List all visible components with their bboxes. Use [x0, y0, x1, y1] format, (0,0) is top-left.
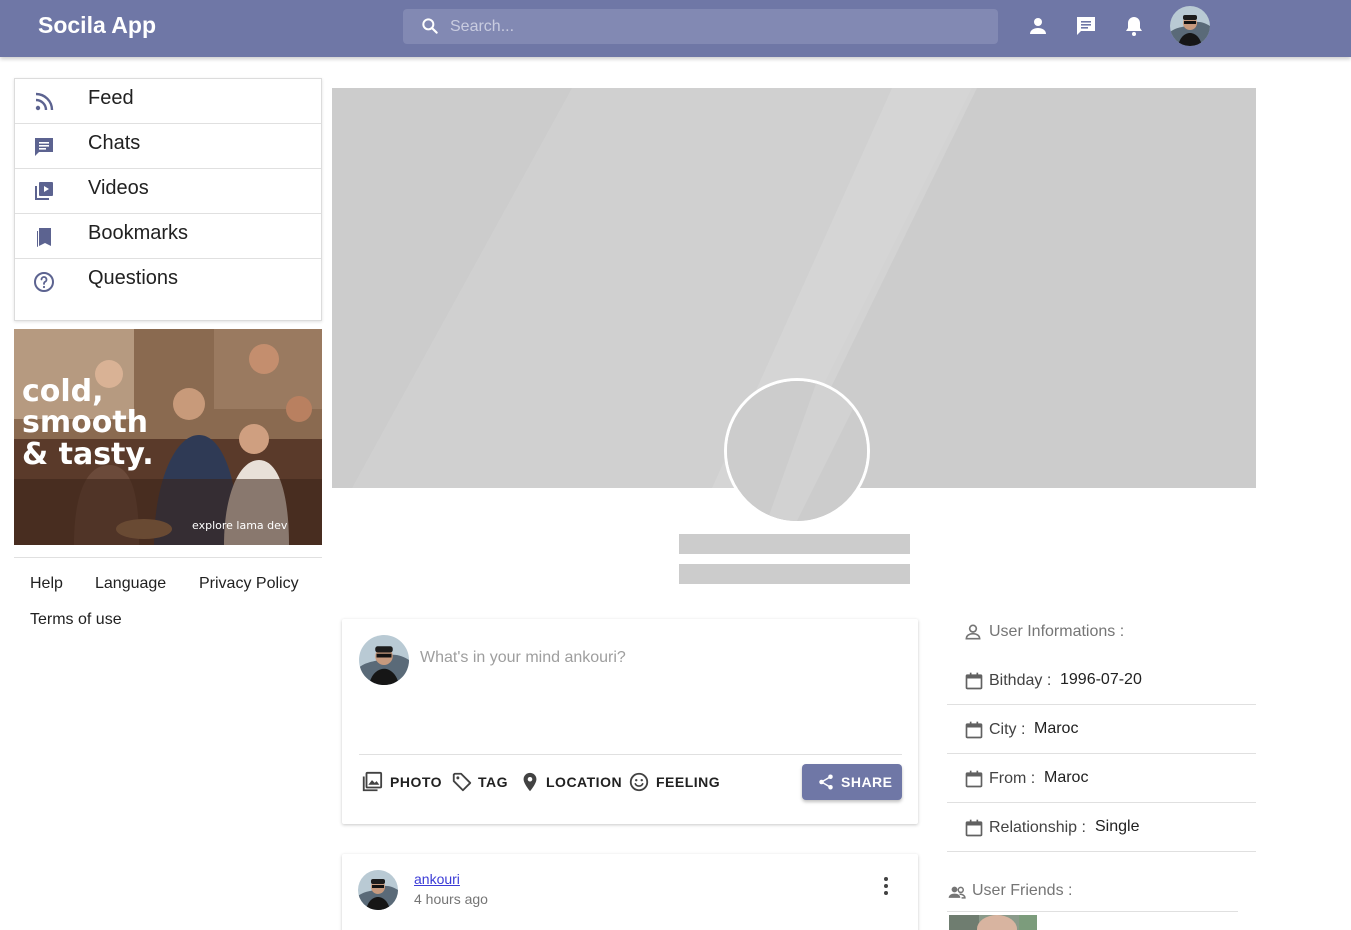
- user-info-title: User Informations :: [989, 623, 1125, 640]
- sidebar-item-label: Bookmarks: [88, 222, 189, 244]
- calendar-icon: [965, 721, 983, 739]
- ad-line-3: & tasty.: [22, 437, 154, 472]
- feeling-option[interactable]: FEELING: [628, 770, 721, 792]
- profile-avatar-placeholder: [724, 378, 870, 524]
- footer-link-privacy[interactable]: Privacy Policy: [199, 575, 299, 593]
- sidebar-item-label: Videos: [88, 177, 149, 199]
- ad-caption: explore lama dev: [192, 519, 288, 532]
- bookmarks-icon: [37, 228, 51, 247]
- share-button[interactable]: SHARE: [802, 764, 902, 800]
- avatar[interactable]: [1170, 6, 1210, 46]
- location-label: LOCATION: [546, 774, 623, 790]
- sidebar-item-feed[interactable]: Feed: [15, 79, 321, 124]
- tag-option[interactable]: TAG: [451, 770, 509, 792]
- person-outline-icon: [965, 624, 981, 640]
- sidebar-ad-banner[interactable]: cold, smooth & tasty. explore lama dev: [14, 329, 322, 545]
- friend-thumbnail[interactable]: [949, 915, 1037, 930]
- chat-icon[interactable]: [1074, 14, 1098, 38]
- sidebar-item-label: Feed: [88, 87, 134, 109]
- user-friends-title: User Friends :: [972, 882, 1073, 899]
- profile-name-skeleton: [679, 534, 910, 554]
- search-icon: [422, 18, 438, 34]
- footer-link-language[interactable]: Language: [95, 575, 166, 593]
- tag-label: TAG: [478, 774, 509, 790]
- help-circle-icon: [34, 272, 54, 292]
- tag-icon: [452, 772, 472, 792]
- composer-divider: [359, 754, 902, 755]
- sidebar-menu: Feed Chats Videos Bookmarks Questions: [14, 78, 322, 321]
- info-row-from: From : Maroc: [947, 754, 1256, 803]
- search-input[interactable]: [450, 9, 980, 44]
- info-value: Single: [1095, 818, 1140, 835]
- friends-divider: [947, 911, 1238, 912]
- more-vert-icon[interactable]: [874, 874, 898, 898]
- chat-icon: [35, 138, 53, 156]
- sidebar-item-questions[interactable]: Questions: [15, 259, 321, 304]
- post-username-link[interactable]: ankouri: [414, 871, 460, 887]
- info-value: Maroc: [1034, 720, 1079, 737]
- info-label: City :: [989, 721, 1026, 738]
- info-label: Relationship :: [989, 819, 1086, 836]
- post-timestamp: 4 hours ago: [414, 891, 488, 907]
- info-value: Maroc: [1044, 769, 1089, 786]
- info-label: Bithday :: [989, 672, 1052, 689]
- avatar: [359, 635, 409, 685]
- calendar-icon: [965, 770, 983, 788]
- sidebar-item-label: Chats: [88, 132, 141, 154]
- sidebar-divider: [14, 557, 322, 558]
- app-brand[interactable]: Socila App: [38, 12, 156, 39]
- video-library-icon: [35, 182, 53, 200]
- people-icon: [948, 886, 966, 899]
- search-box[interactable]: [403, 9, 998, 44]
- ad-line-1: cold,: [22, 374, 104, 409]
- share-label: SHARE: [841, 774, 893, 790]
- info-row-relationship: Relationship : Single: [947, 803, 1256, 852]
- profile-bio-skeleton: [679, 564, 910, 584]
- sidebar-item-chats[interactable]: Chats: [15, 124, 321, 169]
- photo-option[interactable]: PHOTO: [361, 770, 443, 792]
- photo-label: PHOTO: [390, 774, 443, 790]
- info-row-birthday: Bithday : 1996-07-20: [947, 656, 1256, 705]
- rss-feed-icon: [35, 92, 54, 111]
- info-row-city: City : Maroc: [947, 705, 1256, 754]
- sidebar-item-bookmarks[interactable]: Bookmarks: [15, 214, 321, 259]
- bell-icon[interactable]: [1122, 14, 1146, 38]
- sidebar-item-videos[interactable]: Videos: [15, 169, 321, 214]
- post-composer: What's in your mind ankouri? PHOTO TAG L…: [342, 619, 918, 824]
- photo-library-icon: [362, 771, 383, 792]
- avatar[interactable]: [358, 870, 398, 910]
- person-icon[interactable]: [1026, 14, 1050, 38]
- footer-link-terms[interactable]: Terms of use: [30, 611, 122, 629]
- info-value: 1996-07-20: [1060, 671, 1142, 688]
- location-option[interactable]: LOCATION: [519, 770, 622, 792]
- share-icon: [819, 774, 833, 790]
- ad-line-2: smooth: [22, 405, 148, 440]
- footer-link-help[interactable]: Help: [30, 575, 63, 593]
- post-card: ankouri 4 hours ago: [342, 854, 918, 930]
- top-app-bar: Socila App: [0, 0, 1351, 57]
- feeling-label: FEELING: [656, 774, 721, 790]
- location-pin-icon: [523, 772, 537, 792]
- calendar-icon: [965, 819, 983, 837]
- post-input[interactable]: What's in your mind ankouri?: [420, 649, 890, 667]
- calendar-icon: [965, 672, 983, 690]
- info-label: From :: [989, 770, 1036, 787]
- sidebar-item-label: Questions: [88, 267, 179, 289]
- emoji-smile-icon: [629, 772, 649, 792]
